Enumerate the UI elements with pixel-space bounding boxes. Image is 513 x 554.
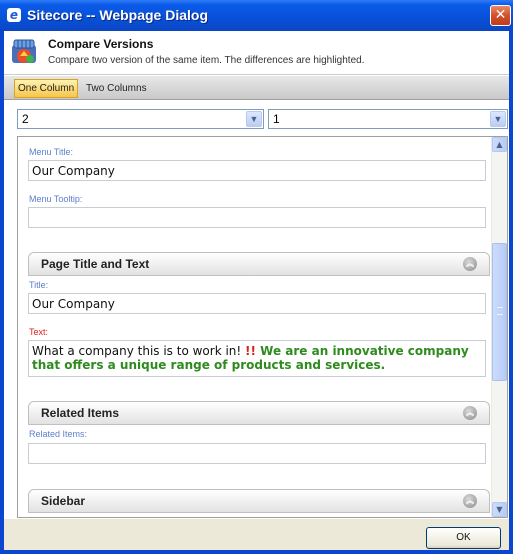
dialog-header: Compare Versions Compare two version of …	[4, 31, 509, 75]
section-related-items[interactable]: Related Items ︽	[28, 401, 490, 425]
right-version-select[interactable]: 1 ▼	[268, 109, 508, 129]
menu-tooltip-field	[28, 207, 486, 228]
related-items-field	[28, 443, 486, 464]
text-label: Text:	[29, 327, 49, 337]
menu-title-field: Our Company	[28, 160, 486, 181]
close-button[interactable]: ✕	[490, 5, 511, 26]
dialog-client: Compare Versions Compare two version of …	[4, 31, 509, 550]
dialog-heading: Compare Versions	[48, 37, 154, 51]
view-tab-bar: One Column Two Columns	[4, 76, 509, 100]
scroll-down-button[interactable]: ▼	[492, 502, 507, 517]
scroll-up-button[interactable]: ▲	[492, 137, 507, 152]
dialog-subtitle: Compare two version of the same item. Th…	[48, 55, 365, 66]
related-items-label: Related Items:	[29, 429, 88, 439]
section-page-title-and-text[interactable]: Page Title and Text ︽	[28, 252, 490, 276]
collapse-icon[interactable]: ︽	[463, 406, 477, 420]
grip-icon	[497, 307, 503, 315]
chevron-down-icon[interactable]: ▼	[246, 111, 262, 127]
text-deleted: !!	[245, 344, 256, 358]
menu-title-label: Menu Title:	[29, 147, 74, 157]
section-title: Related Items	[41, 406, 120, 420]
title-label: Title:	[29, 280, 49, 290]
left-version-value: 2	[22, 112, 29, 126]
ok-button[interactable]: OK	[426, 527, 501, 549]
comparison-content: Menu Title: Our Company Menu Tooltip: Pa…	[18, 137, 492, 517]
menu-tooltip-label: Menu Tooltip:	[29, 194, 83, 204]
title-field: Our Company	[28, 293, 486, 314]
comparison-panel[interactable]: Menu Title: Our Company Menu Tooltip: Pa…	[17, 136, 508, 518]
text-unchanged: What a company this is to work in!	[32, 344, 246, 358]
dialog-footer: OK	[4, 519, 509, 550]
text-field: What a company this is to work in! !! We…	[28, 340, 486, 377]
compare-versions-icon	[12, 39, 36, 63]
ie-icon: e	[7, 8, 21, 22]
section-sidebar[interactable]: Sidebar ︽	[28, 489, 490, 513]
dialog-window: e Sitecore -- Webpage Dialog ✕ Compare V…	[0, 0, 513, 554]
title-bar[interactable]: e Sitecore -- Webpage Dialog ✕	[0, 0, 513, 31]
tab-one-column[interactable]: One Column	[14, 79, 79, 98]
section-title: Page Title and Text	[41, 257, 150, 271]
left-version-select[interactable]: 2 ▼	[17, 109, 264, 129]
scroll-thumb[interactable]	[492, 243, 507, 381]
right-version-value: 1	[273, 112, 280, 126]
section-title: Sidebar	[41, 494, 86, 508]
collapse-icon[interactable]: ︽	[463, 257, 477, 271]
chevron-down-icon[interactable]: ▼	[490, 111, 506, 127]
vertical-scrollbar[interactable]: ▲ ▼	[491, 137, 507, 517]
collapse-icon[interactable]: ︽	[463, 494, 477, 508]
window-title: Sitecore -- Webpage Dialog	[27, 7, 208, 23]
version-selector-row: 2 ▼ 1 ▼	[4, 101, 509, 133]
tab-two-columns[interactable]: Two Columns	[83, 79, 150, 98]
